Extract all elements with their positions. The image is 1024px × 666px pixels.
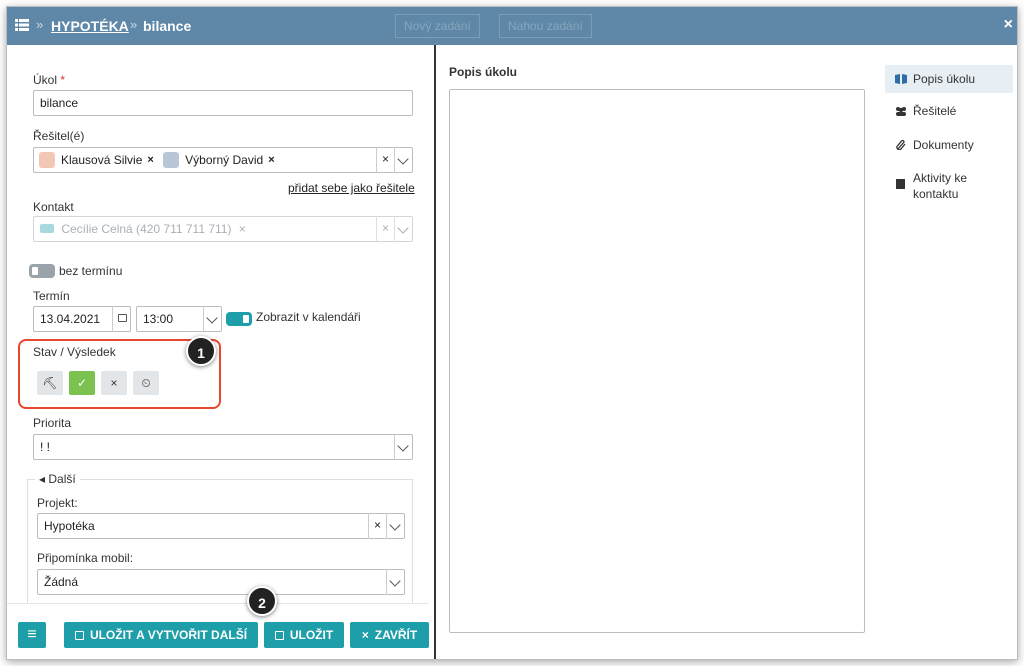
- postpone-button[interactable]: ⏲: [133, 371, 159, 395]
- add-self-link[interactable]: přidat sebe jako řešitele: [288, 181, 415, 195]
- save-icon: [74, 631, 84, 640]
- chevron-down-icon[interactable]: [394, 147, 412, 173]
- sidebar-item-aktivity[interactable]: Aktivity ke kontaktu: [885, 170, 981, 202]
- kalendar-toggle[interactable]: [226, 312, 252, 326]
- breadcrumb-project-link[interactable]: HYPOTÉKA: [51, 18, 129, 34]
- kalendar-label: Zobrazit v kalendáři: [256, 310, 361, 324]
- required-mark: *: [60, 73, 66, 87]
- chevron-down-icon[interactable]: [394, 216, 412, 242]
- in-progress-button[interactable]: ⛏: [37, 371, 63, 395]
- resitel-multiselect[interactable]: Klausová Silvie × Výborný David × ×: [33, 147, 413, 173]
- note-icon: [896, 179, 905, 189]
- done-button[interactable]: ✓: [69, 371, 95, 395]
- chevron-down-icon[interactable]: [386, 513, 404, 539]
- chevron-down-icon[interactable]: [394, 434, 412, 460]
- breadcrumb-task: bilance: [143, 18, 192, 34]
- avatar: [163, 152, 180, 168]
- detail-sidebar: Popis úkolu Řešitelé Dokumenty Aktivity …: [877, 45, 1017, 659]
- kontakt-select[interactable]: Cecílie Celná (420 711 711 711) × ×: [33, 216, 413, 242]
- calendar-icon[interactable]: [112, 306, 131, 332]
- ghost-button: Nový zadání: [395, 14, 480, 38]
- resitel-name: Výborný David: [185, 153, 264, 167]
- clear-icon[interactable]: ×: [376, 147, 394, 173]
- time-value: 13:00: [143, 312, 174, 326]
- action-toolbar: ≡ ULOŽIT A VYTVOŘIT DALŠÍ ULOŽIT × ZAVŘÍT…: [7, 586, 429, 659]
- dalsi-toggle[interactable]: ◂ Další: [35, 472, 80, 486]
- termin-label: Termín: [33, 289, 70, 303]
- projekt-label: Projekt:: [37, 496, 78, 510]
- sidebar-item-dokumenty[interactable]: Dokumenty: [885, 137, 1013, 157]
- close-icon: ×: [361, 628, 369, 642]
- stav-label: Stav / Výsledek: [33, 345, 116, 359]
- projekt-select[interactable]: Hypotéka ×: [37, 513, 405, 539]
- step-badge-2: 2: [247, 586, 277, 616]
- sidebar-item-popis[interactable]: Popis úkolu: [885, 65, 1013, 93]
- kontakt-label: Kontakt: [33, 200, 74, 214]
- ukol-label: Úkol *: [33, 73, 66, 87]
- pripominka-label: Připomínka mobil:: [37, 551, 134, 565]
- cancel-button[interactable]: ×: [101, 371, 127, 395]
- remove-tag-icon[interactable]: ×: [268, 148, 274, 172]
- dialog-header: » HYPOTÉKA » bilance Nový zadání Nahou z…: [7, 7, 1017, 45]
- priorita-value: ! !: [40, 440, 51, 454]
- bez-terminu-toggle[interactable]: [29, 264, 55, 278]
- breadcrumb-separator: »: [36, 17, 44, 32]
- projekt-value: Hypotéka: [44, 519, 95, 533]
- chevron-down-icon[interactable]: [386, 569, 404, 595]
- pripominka-value: Žádná: [44, 575, 79, 589]
- ukol-input[interactable]: bilance: [33, 90, 413, 116]
- clear-icon[interactable]: ×: [368, 513, 386, 539]
- resitel-tag: Klausová Silvie ×: [39, 148, 154, 172]
- pripominka-select[interactable]: Žádná: [37, 569, 405, 595]
- chevron-down-icon[interactable]: [203, 306, 221, 332]
- save-icon: [274, 631, 284, 640]
- save-button[interactable]: ULOŽIT: [264, 622, 344, 648]
- task-dialog: » HYPOTÉKA » bilance Nový zadání Nahou z…: [6, 6, 1018, 660]
- resitel-name: Klausová Silvie: [61, 153, 143, 167]
- date-input[interactable]: 13.04.2021: [33, 306, 131, 332]
- book-icon: [895, 74, 907, 84]
- users-icon: [896, 107, 906, 116]
- bez-terminu-label: bez termínu: [59, 264, 123, 278]
- sidebar-item-resitele[interactable]: Řešitelé: [885, 103, 1013, 123]
- remove-tag-icon[interactable]: ×: [147, 148, 153, 172]
- close-button[interactable]: × ZAVŘÍT: [350, 622, 429, 648]
- handshake-icon: [40, 224, 54, 233]
- close-icon[interactable]: ×: [1004, 16, 1013, 34]
- description-title: Popis úkolu: [449, 65, 518, 79]
- step-badge-1: 1: [186, 336, 216, 366]
- ghost-button: Nahou zadání: [499, 14, 592, 38]
- save-and-new-button[interactable]: ULOŽIT A VYTVOŘIT DALŠÍ: [64, 622, 258, 648]
- task-form: Úkol * bilance Řešitel(é) Klausová Silvi…: [7, 45, 429, 659]
- description-textarea[interactable]: [449, 89, 865, 633]
- list-icon: [15, 19, 29, 31]
- kontakt-value: Cecílie Celná (420 711 711 711): [61, 222, 232, 236]
- paperclip-icon: [896, 140, 906, 150]
- description-pane: Popis úkolu: [436, 45, 872, 659]
- priorita-label: Priorita: [33, 416, 72, 430]
- priorita-select[interactable]: ! !: [33, 434, 413, 460]
- clear-icon[interactable]: ×: [376, 216, 394, 242]
- date-value: 13.04.2021: [40, 312, 101, 326]
- time-select[interactable]: 13:00: [136, 306, 222, 332]
- avatar: [39, 152, 55, 168]
- resitel-label: Řešitel(é): [33, 129, 85, 143]
- caret-left-icon: ◂: [39, 472, 49, 486]
- menu-button[interactable]: ≡: [18, 622, 46, 648]
- resitel-tag: Výborný David ×: [163, 148, 275, 172]
- breadcrumb-separator: »: [130, 17, 138, 32]
- remove-tag-icon[interactable]: ×: [239, 222, 246, 236]
